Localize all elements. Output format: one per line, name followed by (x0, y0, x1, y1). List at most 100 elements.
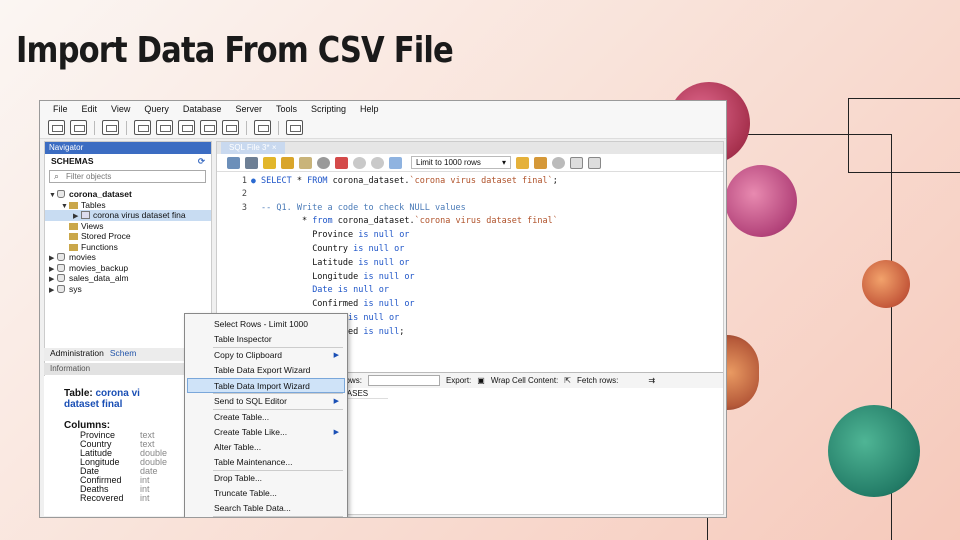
create-table-icon[interactable] (156, 120, 173, 135)
create-view-icon[interactable] (178, 120, 195, 135)
menu-view[interactable]: View (104, 104, 137, 114)
search-table-data-icon[interactable] (254, 120, 271, 135)
editor-line[interactable]: Confirmed is null or (217, 298, 723, 312)
tree-item-label: Tables (81, 199, 106, 210)
editor-line[interactable]: Latitude is null or (217, 257, 723, 271)
context-menu-item[interactable]: Send to SQL Editor ▶ (185, 394, 347, 409)
context-menu-label: Table Maintenance... (214, 457, 293, 467)
autocommit-icon[interactable] (389, 156, 402, 169)
commit-icon[interactable] (353, 156, 366, 169)
decor-line (727, 134, 892, 135)
explain-icon[interactable] (299, 156, 312, 169)
tree-item-label: sys (69, 283, 82, 294)
limit-rows-select[interactable]: Limit to 1000 rows ▾ (411, 156, 511, 169)
code-token: * (291, 176, 308, 186)
chevron-right-icon[interactable]: ▶ (49, 286, 57, 297)
find-icon[interactable] (552, 156, 565, 169)
tree-item-stored-procedures[interactable]: Stored Proce (45, 231, 211, 242)
context-menu-item[interactable]: Table Maintenance... (185, 455, 347, 470)
new-sql-tab-icon[interactable] (48, 120, 65, 135)
menu-scripting[interactable]: Scripting (304, 104, 353, 114)
wrap-cell-icon[interactable]: ⇱ (564, 376, 571, 385)
invisible-chars-icon[interactable] (570, 156, 583, 169)
create-procedure-icon[interactable] (200, 120, 217, 135)
editor-line[interactable]: 1 ● SELECT * FROM corona_dataset.`corona v… (217, 174, 723, 188)
fetch-rows-icon[interactable]: ⇉ (648, 376, 655, 385)
close-icon[interactable]: × (272, 143, 277, 152)
context-menu-label: Table Data Export Wizard (214, 365, 311, 375)
context-menu-item[interactable]: Table Data Import Wizard (187, 378, 345, 393)
tab-sql-file[interactable]: SQL File 3* × (221, 142, 285, 154)
editor-line[interactable]: * from corona_dataset.`corona virus data… (217, 215, 723, 229)
table-icon (81, 211, 90, 219)
editor-line[interactable]: Longitude is null or (217, 271, 723, 285)
menu-help[interactable]: Help (353, 104, 386, 114)
tree-item-views[interactable]: Views (45, 221, 211, 232)
decor-line (848, 98, 849, 172)
inspector-icon[interactable] (102, 120, 119, 135)
tree-item-tables[interactable]: ▼ Tables (45, 200, 211, 211)
context-menu-item[interactable]: Copy to Clipboard ▶ (185, 348, 347, 363)
folder-icon (69, 201, 78, 209)
code-token: Province (312, 230, 359, 241)
toggle-error-icon[interactable] (335, 156, 348, 169)
code-token: ; (399, 326, 405, 337)
menu-tools[interactable]: Tools (269, 104, 304, 114)
editor-line[interactable]: 3 -- Q1. Write a code to check NULL value… (217, 202, 723, 216)
refresh-icon[interactable]: ⟳ (198, 156, 205, 167)
menu-query[interactable]: Query (137, 104, 176, 114)
reconnect-icon[interactable] (286, 120, 303, 135)
tree-item-schema[interactable]: ▶ sys (45, 284, 211, 295)
create-function-icon[interactable] (222, 120, 239, 135)
create-schema-icon[interactable] (134, 120, 151, 135)
tree-item-table[interactable]: ▶ corona virus dataset fina (45, 210, 211, 221)
tree-item-schema[interactable]: ▶ movies (45, 252, 211, 263)
tab-administration[interactable]: Administration (50, 348, 104, 361)
menu-server[interactable]: Server (228, 104, 269, 114)
open-sql-script-icon[interactable] (70, 120, 87, 135)
filter-objects-input[interactable]: Filter objects (49, 170, 206, 183)
context-menu-item[interactable]: Drop Table... (185, 471, 347, 486)
tab-schemas[interactable]: Schem (110, 348, 136, 361)
context-menu-label: Send to SQL Editor (214, 396, 287, 406)
tree-item-schema[interactable]: ▶ sales_data_alm (45, 273, 211, 284)
context-menu-item[interactable]: Create Table... (185, 410, 347, 425)
menu-database[interactable]: Database (176, 104, 229, 114)
menu-file[interactable]: File (46, 104, 75, 114)
virus-image (862, 260, 910, 308)
add-snippet-icon[interactable] (516, 156, 529, 169)
sql-toolbar: Limit to 1000 rows ▾ (217, 154, 723, 172)
menu-edit[interactable]: Edit (75, 104, 105, 114)
context-menu-label: Truncate Table... (214, 488, 277, 498)
wrap-lines-icon[interactable] (588, 156, 601, 169)
open-file-icon[interactable] (227, 156, 240, 169)
save-icon[interactable] (245, 156, 258, 169)
filter-rows-input[interactable] (367, 375, 440, 386)
context-menu-item[interactable]: Refresh All (185, 517, 347, 518)
tree-item-functions[interactable]: Functions (45, 242, 211, 253)
context-menu-item[interactable]: Table Data Export Wizard (185, 363, 347, 378)
context-menu-item[interactable]: Select Rows - Limit 1000 (185, 317, 347, 332)
stop-icon[interactable] (317, 156, 330, 169)
tree-item-schema[interactable]: ▼ corona_dataset (45, 189, 211, 200)
editor-line[interactable]: Province is null or (217, 229, 723, 243)
table-info-name: corona vi (95, 388, 140, 399)
code-token: corona_dataset. (332, 216, 415, 227)
export-icon[interactable]: ▣ (477, 376, 485, 385)
context-menu-item[interactable]: Table Inspector (185, 332, 347, 347)
context-menu-item[interactable]: Create Table Like... ▶ (185, 425, 347, 440)
folder-icon (69, 222, 78, 230)
context-menu-item[interactable]: Truncate Table... (185, 486, 347, 501)
editor-line[interactable]: 2 (217, 188, 723, 202)
rollback-icon[interactable] (371, 156, 384, 169)
editor-line[interactable]: Country is null or (217, 243, 723, 257)
editor-line[interactable]: Date is null or (217, 284, 723, 298)
database-icon (57, 253, 65, 261)
tree-item-schema[interactable]: ▶ movies_backup (45, 263, 211, 274)
context-menu-item[interactable]: Alter Table... (185, 440, 347, 455)
context-menu-item[interactable]: Search Table Data... (185, 501, 347, 516)
execute-current-icon[interactable] (281, 156, 294, 169)
beautify-icon[interactable] (534, 156, 547, 169)
execute-icon[interactable] (263, 156, 276, 169)
tree-item-label: movies (69, 252, 96, 262)
